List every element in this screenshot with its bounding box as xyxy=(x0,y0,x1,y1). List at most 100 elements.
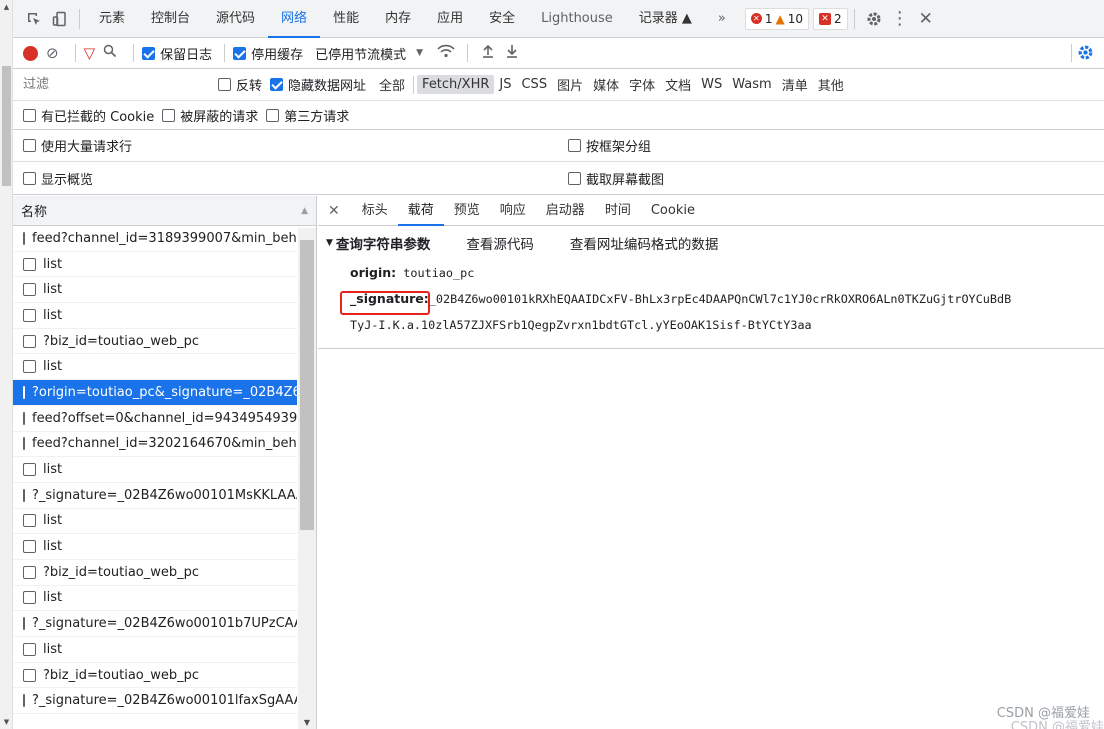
request-row[interactable]: list xyxy=(13,354,297,381)
invert-checkbox[interactable] xyxy=(218,78,231,91)
request-row[interactable]: ?_signature=_02B4Z6wo00101lfaxSgAAAD xyxy=(13,688,297,715)
request-row[interactable]: list xyxy=(13,534,297,560)
request-row[interactable]: ?_signature=_02B4Z6wo00101MsKKLAAAAD xyxy=(13,483,297,509)
tab-response[interactable]: 响应 xyxy=(490,196,536,226)
settings-gear-icon[interactable] xyxy=(861,6,887,32)
row-checkbox[interactable] xyxy=(23,565,36,579)
tab-timing[interactable]: 时间 xyxy=(595,196,641,226)
view-source-link[interactable]: 查看源代码 xyxy=(466,233,534,253)
row-checkbox[interactable] xyxy=(23,463,36,477)
request-row[interactable]: list xyxy=(13,509,297,535)
row-checkbox[interactable] xyxy=(23,488,25,502)
request-row[interactable]: ?origin=toutiao_pc&_signature=_02B4Z6 xyxy=(13,380,297,406)
close-icon[interactable]: ✕ xyxy=(913,6,939,32)
scrollbar-thumb[interactable] xyxy=(300,240,314,530)
error-warning-counter[interactable]: ✕ 1 ▲ 10 xyxy=(744,7,810,30)
type-img[interactable]: 图片 xyxy=(552,73,588,96)
tab-lighthouse[interactable]: Lighthouse xyxy=(528,0,626,38)
row-checkbox[interactable] xyxy=(23,591,36,605)
view-url-encoded-link[interactable]: 查看网址编码格式的数据 xyxy=(570,233,719,253)
hide-data-urls-checkbox[interactable] xyxy=(270,78,284,91)
row-checkbox[interactable] xyxy=(23,334,36,348)
close-detail-icon[interactable]: ✕ xyxy=(328,203,340,219)
type-fetch-xhr[interactable]: Fetch/XHR xyxy=(417,75,495,94)
row-checkbox[interactable] xyxy=(23,385,25,399)
inspect-element-icon[interactable] xyxy=(21,6,47,32)
tab-preview[interactable]: 预览 xyxy=(444,196,490,226)
tab-network[interactable]: 网络 xyxy=(268,0,321,38)
issues-counter[interactable]: ✕ 2 xyxy=(813,7,848,30)
row-checkbox[interactable] xyxy=(23,437,25,451)
tab-application[interactable]: 应用 xyxy=(424,0,476,38)
row-checkbox[interactable] xyxy=(23,360,36,374)
request-row[interactable]: feed?offset=0&channel_id=94349549395&max xyxy=(13,406,297,432)
type-manifest[interactable]: 清单 xyxy=(777,73,813,96)
expand-triangle-icon[interactable]: ▼ xyxy=(326,238,333,248)
request-row[interactable]: list xyxy=(13,303,297,329)
name-column-header[interactable]: 名称 ▲ xyxy=(13,196,316,226)
type-wasm[interactable]: Wasm xyxy=(727,75,776,94)
row-checkbox[interactable] xyxy=(23,617,25,631)
more-options-icon[interactable]: ⋮ xyxy=(887,6,913,32)
scroll-down-icon[interactable]: ▼ xyxy=(0,715,13,729)
type-css[interactable]: CSS xyxy=(516,75,552,94)
request-row[interactable]: list xyxy=(13,277,297,304)
throttling-select[interactable]: 已停用节流模式 xyxy=(315,44,406,63)
query-string-section-header[interactable]: ▼ 查询字符串参数 查看源代码 查看网址编码格式的数据 xyxy=(318,226,1104,260)
request-row[interactable]: ?biz_id=toutiao_web_pc xyxy=(13,663,297,689)
chevron-down-icon[interactable]: ▼ xyxy=(416,48,423,58)
request-row[interactable]: list xyxy=(13,637,297,663)
search-icon[interactable] xyxy=(103,44,117,62)
blocked-cookies-checkbox[interactable] xyxy=(23,108,36,122)
request-list-scrollbar[interactable]: ▼ xyxy=(298,228,316,729)
type-media[interactable]: 媒体 xyxy=(588,73,624,96)
tab-console[interactable]: 控制台 xyxy=(138,0,203,38)
export-har-icon[interactable] xyxy=(506,44,518,62)
window-scrollbar[interactable]: ▲ ▼ xyxy=(0,0,13,729)
type-all[interactable]: 全部 xyxy=(374,73,410,96)
network-settings-gear-icon[interactable] xyxy=(1077,44,1094,65)
row-checkbox[interactable] xyxy=(23,540,36,554)
scroll-up-icon[interactable]: ▲ xyxy=(0,0,13,14)
filter-icon[interactable]: ▽ xyxy=(84,44,96,62)
row-checkbox[interactable] xyxy=(23,694,25,708)
request-row[interactable]: ?_signature=_02B4Z6wo00101b7UPzCAAAD xyxy=(13,611,297,637)
row-checkbox[interactable] xyxy=(23,642,36,656)
tab-sources[interactable]: 源代码 xyxy=(203,0,268,38)
tab-elements[interactable]: 元素 xyxy=(86,0,138,38)
request-row[interactable]: ?biz_id=toutiao_web_pc xyxy=(13,560,297,586)
tab-cookies[interactable]: Cookie xyxy=(641,196,705,226)
show-overview-checkbox[interactable] xyxy=(23,171,36,185)
type-js[interactable]: JS xyxy=(494,75,516,94)
scrollbar-thumb[interactable] xyxy=(2,66,11,186)
third-party-checkbox[interactable] xyxy=(266,108,280,122)
type-ws[interactable]: WS xyxy=(696,75,727,94)
tab-headers[interactable]: 标头 xyxy=(352,196,398,226)
row-checkbox[interactable] xyxy=(23,257,36,271)
row-checkbox[interactable] xyxy=(23,231,25,245)
row-checkbox[interactable] xyxy=(23,308,36,322)
row-checkbox[interactable] xyxy=(23,411,25,425)
request-row[interactable]: list xyxy=(13,252,297,278)
device-toolbar-icon[interactable] xyxy=(47,6,73,32)
request-row[interactable]: list xyxy=(13,457,297,483)
more-tabs-button[interactable]: » xyxy=(705,0,739,38)
record-button[interactable] xyxy=(23,45,38,61)
preserve-log-checkbox[interactable] xyxy=(142,46,156,60)
blocked-requests-checkbox[interactable] xyxy=(162,108,176,122)
tab-initiator[interactable]: 启动器 xyxy=(536,196,595,226)
type-font[interactable]: 字体 xyxy=(624,73,660,96)
type-doc[interactable]: 文档 xyxy=(660,73,696,96)
group-by-frame-checkbox[interactable] xyxy=(568,139,581,152)
type-other[interactable]: 其他 xyxy=(813,73,849,96)
row-checkbox[interactable] xyxy=(23,283,36,297)
request-row[interactable]: feed?channel_id=3189399007&min_behot_tim… xyxy=(13,226,297,252)
network-conditions-icon[interactable] xyxy=(437,44,455,62)
request-row[interactable]: list xyxy=(13,586,297,612)
big-request-rows-checkbox[interactable] xyxy=(23,139,36,152)
tab-payload[interactable]: 载荷 xyxy=(397,196,444,226)
disable-cache-checkbox[interactable] xyxy=(233,46,247,60)
capture-screenshots-checkbox[interactable] xyxy=(568,171,581,185)
tab-security[interactable]: 安全 xyxy=(476,0,528,38)
request-row[interactable]: ?biz_id=toutiao_web_pc xyxy=(13,329,297,355)
